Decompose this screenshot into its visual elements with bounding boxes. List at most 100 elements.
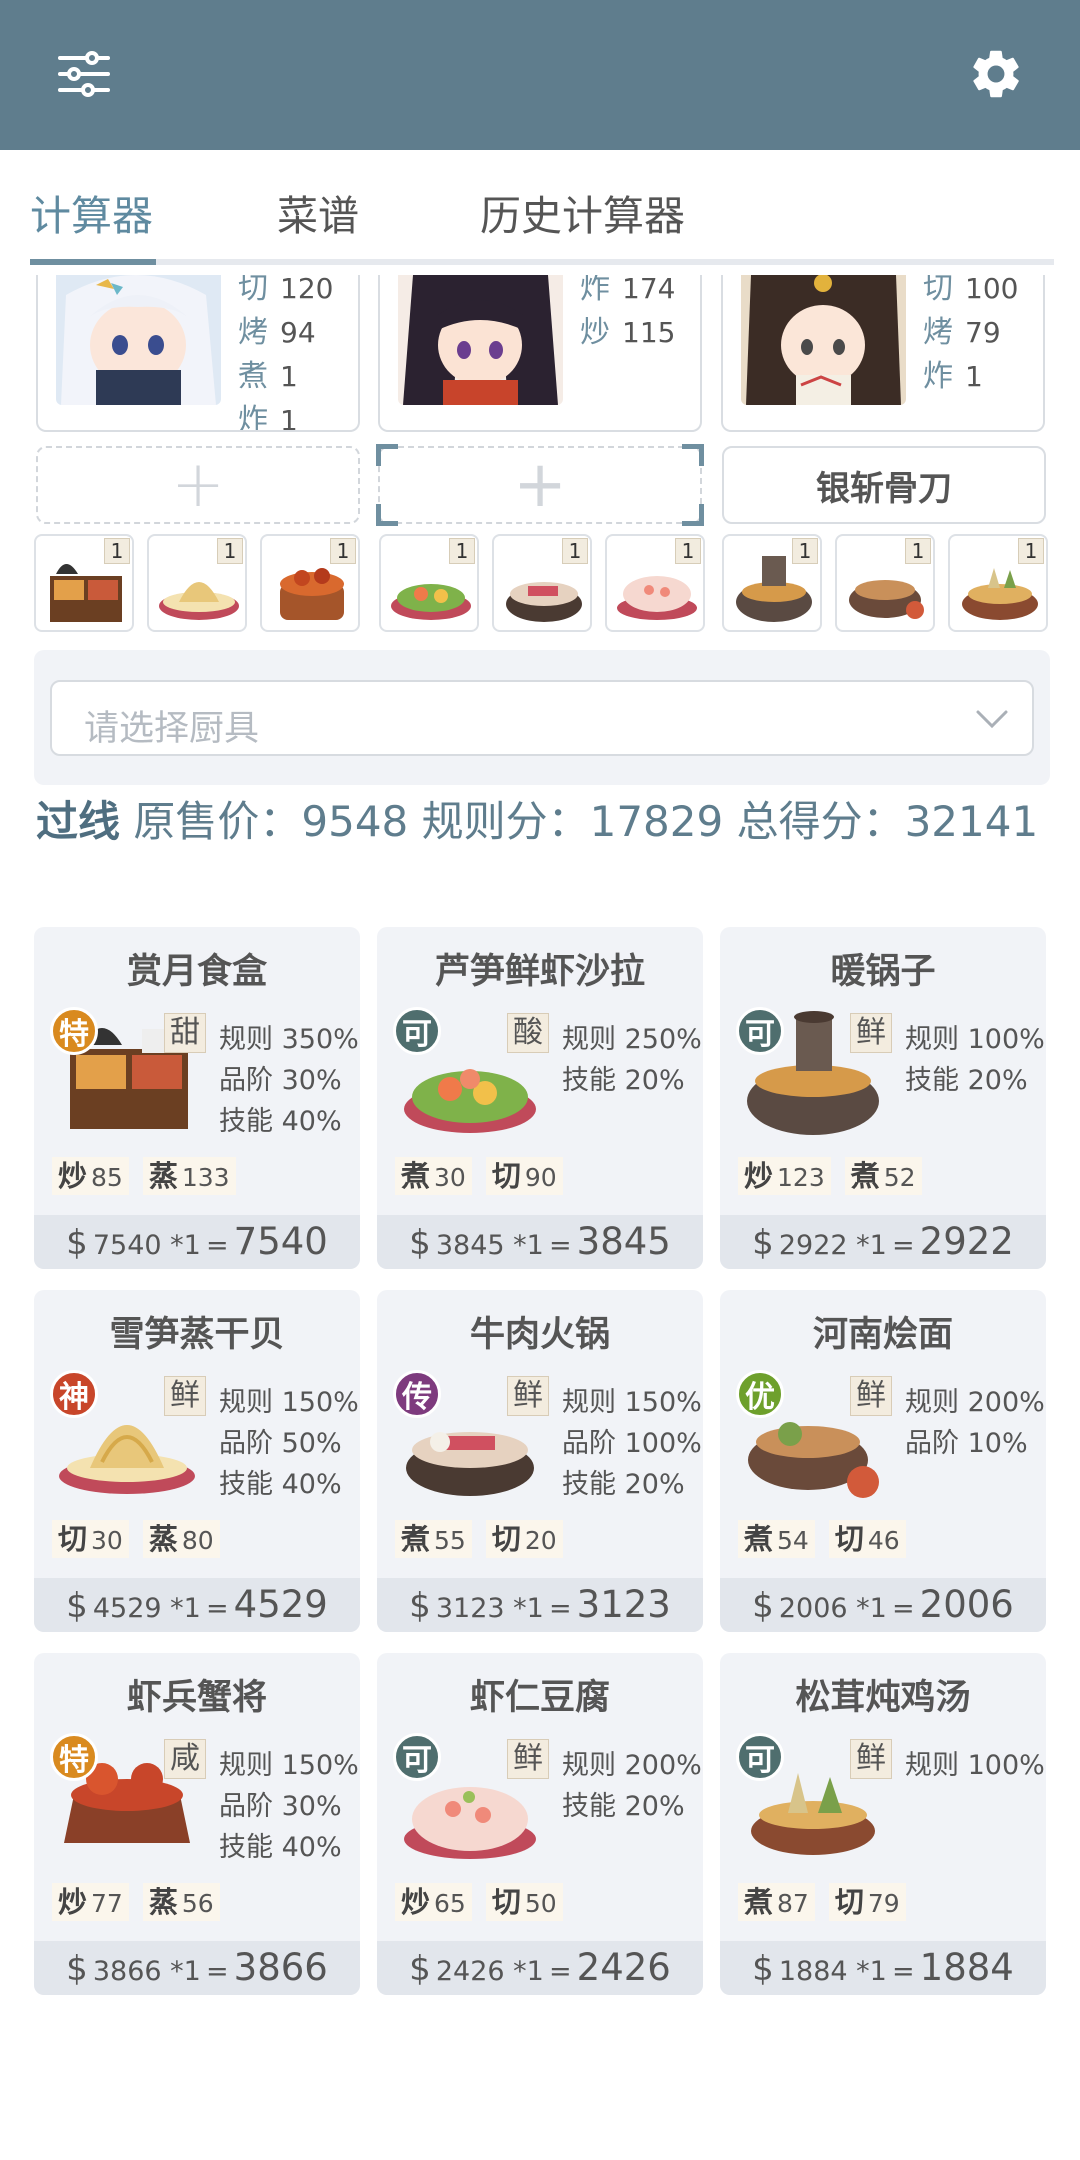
equals-sign: = [891, 1956, 915, 1987]
selection-corner [376, 444, 398, 466]
buff-line: 品阶 30% [219, 1065, 342, 1096]
recipe-card[interactable]: 芦笋鲜虾沙拉 可 酸 规则 250% 技能 20% 煮 30 切 90 $ 3845 *… [377, 927, 703, 1269]
buff-line: 规则 200% [562, 1750, 702, 1781]
buff-line: 品阶 10% [905, 1428, 1028, 1459]
skill-key: 切 [238, 275, 268, 306]
buff-line: 规则 350% [219, 1024, 359, 1055]
equals-sign: = [891, 1593, 915, 1624]
tab-recipes[interactable]: 菜谱 [277, 182, 359, 242]
skill-key: 炸 [580, 275, 610, 306]
skill-value: 174 [622, 275, 676, 305]
skill-key: 切 [491, 1885, 521, 1919]
skill-requirements: 炒 77 蒸 56 [52, 1883, 220, 1921]
active-tab-indicator [30, 259, 156, 265]
recipe-card[interactable]: 牛肉火锅 传 鲜 规则 150% 品阶 100% 技能 20% 煮 55 切 20 $ 3… [377, 1290, 703, 1632]
skill-value: 120 [280, 275, 334, 305]
equals-sign: = [205, 1230, 229, 1261]
recipe-card[interactable]: 虾仁豆腐 可 鲜 规则 200% 技能 20% 炒 65 切 50 $ 2426 *1 … [377, 1653, 703, 1995]
app-toolbar [0, 0, 1080, 150]
skill-value: 80 [181, 1526, 214, 1555]
quantity-badge: 1 [449, 538, 475, 564]
skill-key: 煮 [850, 1159, 880, 1193]
rarity-badge: 可 [393, 1733, 441, 1781]
price-bar: $ 3866 *1 = 3866 [34, 1941, 360, 1995]
dish-thumb[interactable]: 1 [722, 534, 822, 632]
skill-tag: 蒸 56 [142, 1883, 220, 1921]
settings-button[interactable] [960, 38, 1032, 110]
skill-value: 52 [883, 1163, 916, 1192]
dish-thumb[interactable]: 1 [948, 534, 1048, 632]
skill-tag: 切 30 [52, 1520, 129, 1558]
skill-tag: 切 20 [485, 1520, 563, 1558]
total-price: 2426 [576, 1946, 671, 1989]
skill-value: 100 [965, 275, 1019, 305]
taste-tag: 咸 [164, 1739, 206, 1779]
dish-thumb[interactable]: 1 [835, 534, 935, 632]
skill-key: 切 [491, 1159, 521, 1193]
utensil-select[interactable]: 请选择厨具 [50, 680, 1034, 756]
add-equipment-slot-2-selected[interactable]: + [376, 444, 704, 526]
chef-card-2[interactable]: 炸 174 炒 115 [378, 275, 702, 432]
total-price: 4529 [233, 1583, 328, 1626]
skill-tag: 蒸 133 [142, 1157, 236, 1195]
tab-history-calculator[interactable]: 历史计算器 [480, 182, 685, 242]
dish-thumb[interactable]: 1 [34, 534, 134, 632]
skill-key: 煮 [744, 1885, 774, 1919]
skill-value: 85 [91, 1163, 123, 1192]
buff-line: 品阶 50% [219, 1428, 342, 1459]
skill-value: 79 [965, 316, 1001, 349]
rarity-badge: 可 [736, 1007, 784, 1055]
unit-price: 4529 *1 [92, 1593, 201, 1624]
skill-tag: 切 46 [828, 1520, 906, 1558]
skill-tag: 切 90 [485, 1157, 563, 1195]
tab-calculator[interactable]: 计算器 [30, 182, 153, 242]
unit-price: 2426 *1 [435, 1956, 544, 1987]
filter-settings-button[interactable] [48, 38, 120, 110]
price-bar: $ 3123 *1 = 3123 [377, 1578, 703, 1632]
add-equipment-slot-1[interactable]: + [36, 446, 360, 524]
skill-tag: 煮 54 [738, 1520, 815, 1558]
dish-thumb[interactable]: 1 [147, 534, 247, 632]
dish-thumb[interactable]: 1 [605, 534, 705, 632]
skill-key: 蒸 [148, 1885, 178, 1919]
skill-requirements: 煮 54 切 46 [738, 1520, 906, 1558]
currency-symbol: $ [752, 1949, 774, 1989]
skill-key: 烤 [923, 315, 953, 350]
dish-thumb[interactable]: 1 [260, 534, 360, 632]
chef-card-1[interactable]: 切 120 烤 94 煮1 炸1 [36, 275, 360, 432]
skill-key: 煮 [744, 1522, 774, 1556]
quantity-badge: 1 [217, 538, 243, 564]
currency-symbol: $ [752, 1586, 774, 1626]
skill-key: 烤 [238, 315, 268, 350]
recipe-name: 河南烩面 [812, 1315, 953, 1355]
skill-value: 50 [524, 1889, 557, 1918]
recipe-card[interactable]: 虾兵蟹将 特 咸 规则 150% 品阶 30% 技能 40% 炒 77 蒸 56 $ 38… [34, 1653, 360, 1995]
unit-price: 1884 *1 [778, 1956, 887, 1987]
total-price: 3866 [233, 1946, 328, 1989]
equals-sign: = [548, 1593, 572, 1624]
buff-line: 规则 150% [219, 1387, 359, 1418]
equals-sign: = [205, 1956, 229, 1987]
skill-value: 77 [91, 1889, 123, 1918]
price-bar: $ 1884 *1 = 1884 [720, 1941, 1046, 1995]
recipe-card[interactable]: 河南烩面 优 鲜 规则 200% 品阶 10% 煮 54 切 46 $ 2006 *1 … [720, 1290, 1046, 1632]
chef-portrait [398, 275, 563, 405]
skill-key: 切 [58, 1522, 88, 1556]
quantity-badge: 1 [330, 538, 356, 564]
equipment-slot-3[interactable]: 银斩骨刀 [722, 446, 1046, 524]
dish-thumb[interactable]: 1 [492, 534, 592, 632]
taste-tag: 鲜 [850, 1376, 892, 1416]
recipe-card[interactable]: 松茸炖鸡汤 可 鲜 规则 100% 煮 87 切 79 $ 1884 *1 = 188… [720, 1653, 1046, 1995]
recipe-card[interactable]: 赏月食盒 特 甜 规则 350% 品阶 30% 技能 40% 炒 85 蒸 133 $ 7… [34, 927, 360, 1269]
price-bar: $ 7540 *1 = 7540 [34, 1215, 360, 1269]
total-price: 2922 [919, 1220, 1014, 1263]
dish-thumb[interactable]: 1 [379, 534, 479, 632]
price-bar: $ 2006 *1 = 2006 [720, 1578, 1046, 1632]
taste-tag: 甜 [164, 1013, 206, 1053]
recipe-card[interactable]: 暖锅子 可 鲜 规则 100% 技能 20% 炒 123 煮 52 $ 2922 *1 … [720, 927, 1046, 1269]
equals-sign: = [548, 1956, 572, 1987]
recipe-card[interactable]: 雪笋蒸干贝 神 鲜 规则 150% 品阶 50% 技能 40% 切 30 蒸 80 $ 4… [34, 1290, 360, 1632]
unit-price: 7540 *1 [92, 1230, 201, 1261]
chef-card-3[interactable]: 切 100 烤 79 炸1 [721, 275, 1045, 432]
skill-value: 30 [434, 1163, 466, 1192]
